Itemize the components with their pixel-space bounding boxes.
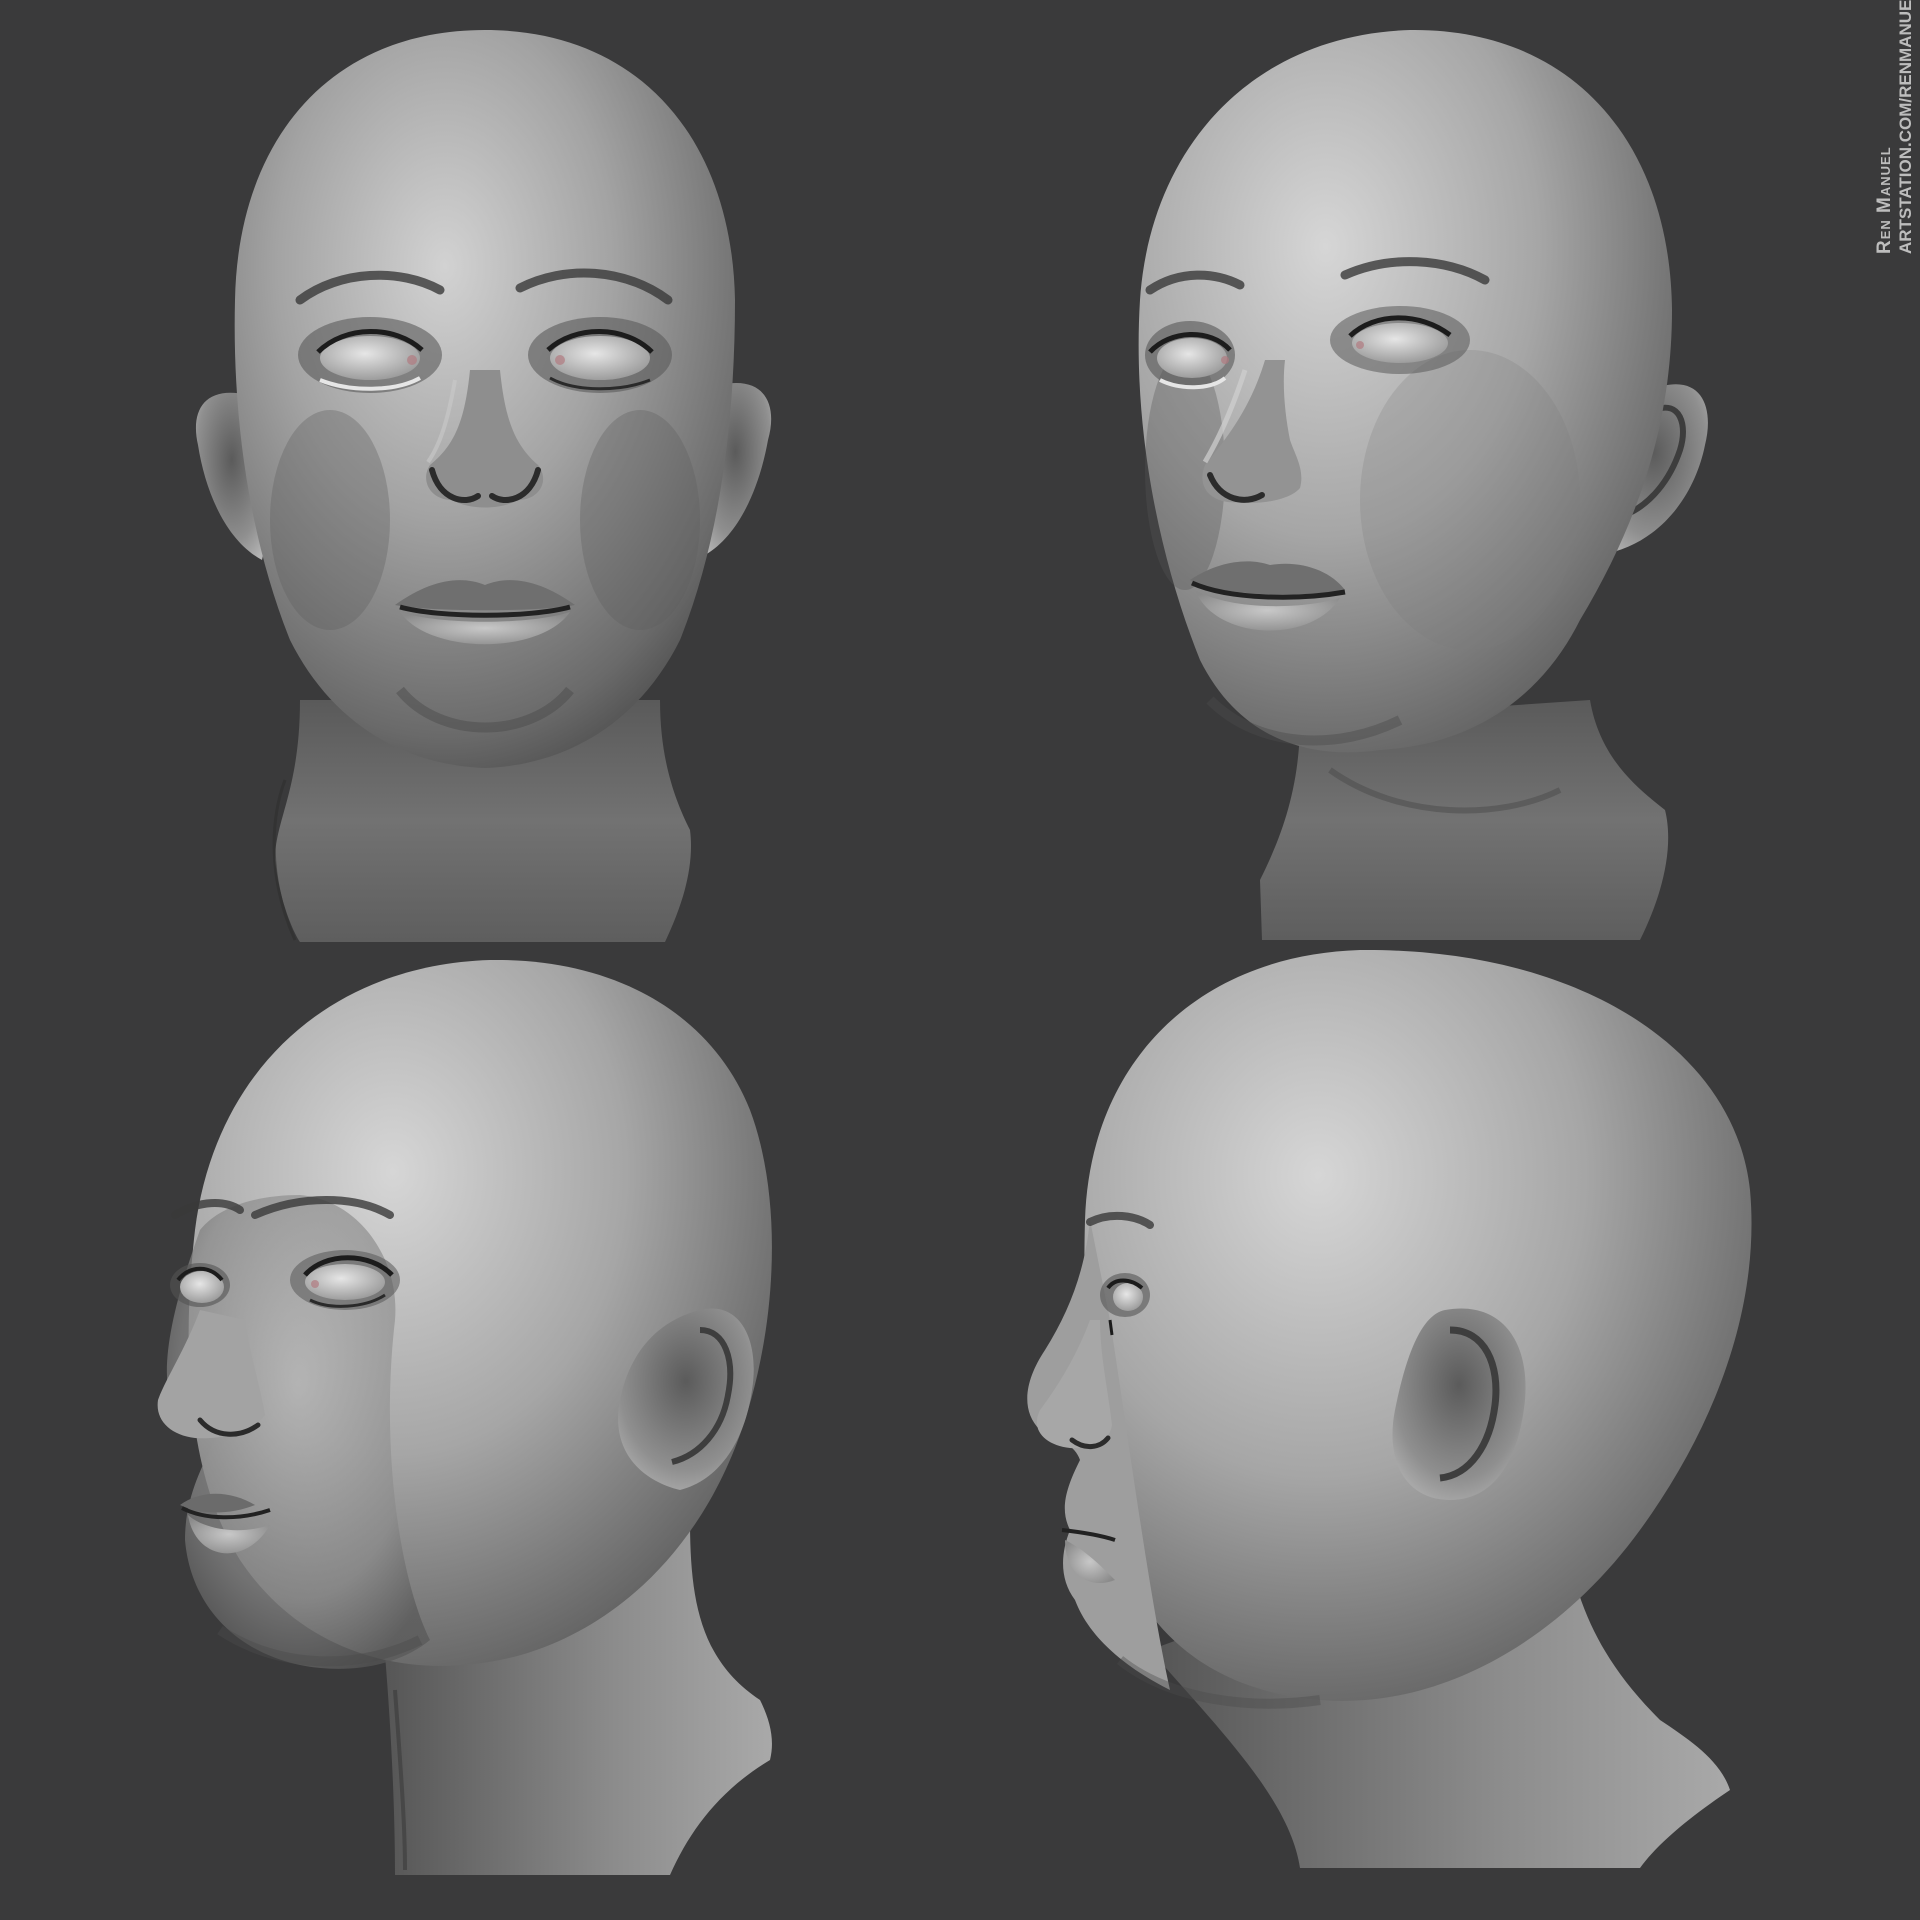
head-front-view-icon	[195, 30, 772, 942]
head-profile-left-view-icon	[1027, 949, 1752, 1868]
artist-url: ARTSTATION.COM/RENMANUEL	[1896, 0, 1915, 254]
head-three-quarter-left-view-icon	[157, 959, 772, 1875]
sculpt-render	[157, 29, 1752, 1875]
head-three-quarter-right-view-icon	[1138, 29, 1708, 940]
artist-watermark: Ren Manuel ARTSTATION.COM/RENMANUEL	[1870, 0, 1920, 260]
artist-name: Ren Manuel	[1874, 146, 1895, 254]
render-canvas: Ren Manuel ARTSTATION.COM/RENMANUEL	[0, 0, 1920, 1920]
